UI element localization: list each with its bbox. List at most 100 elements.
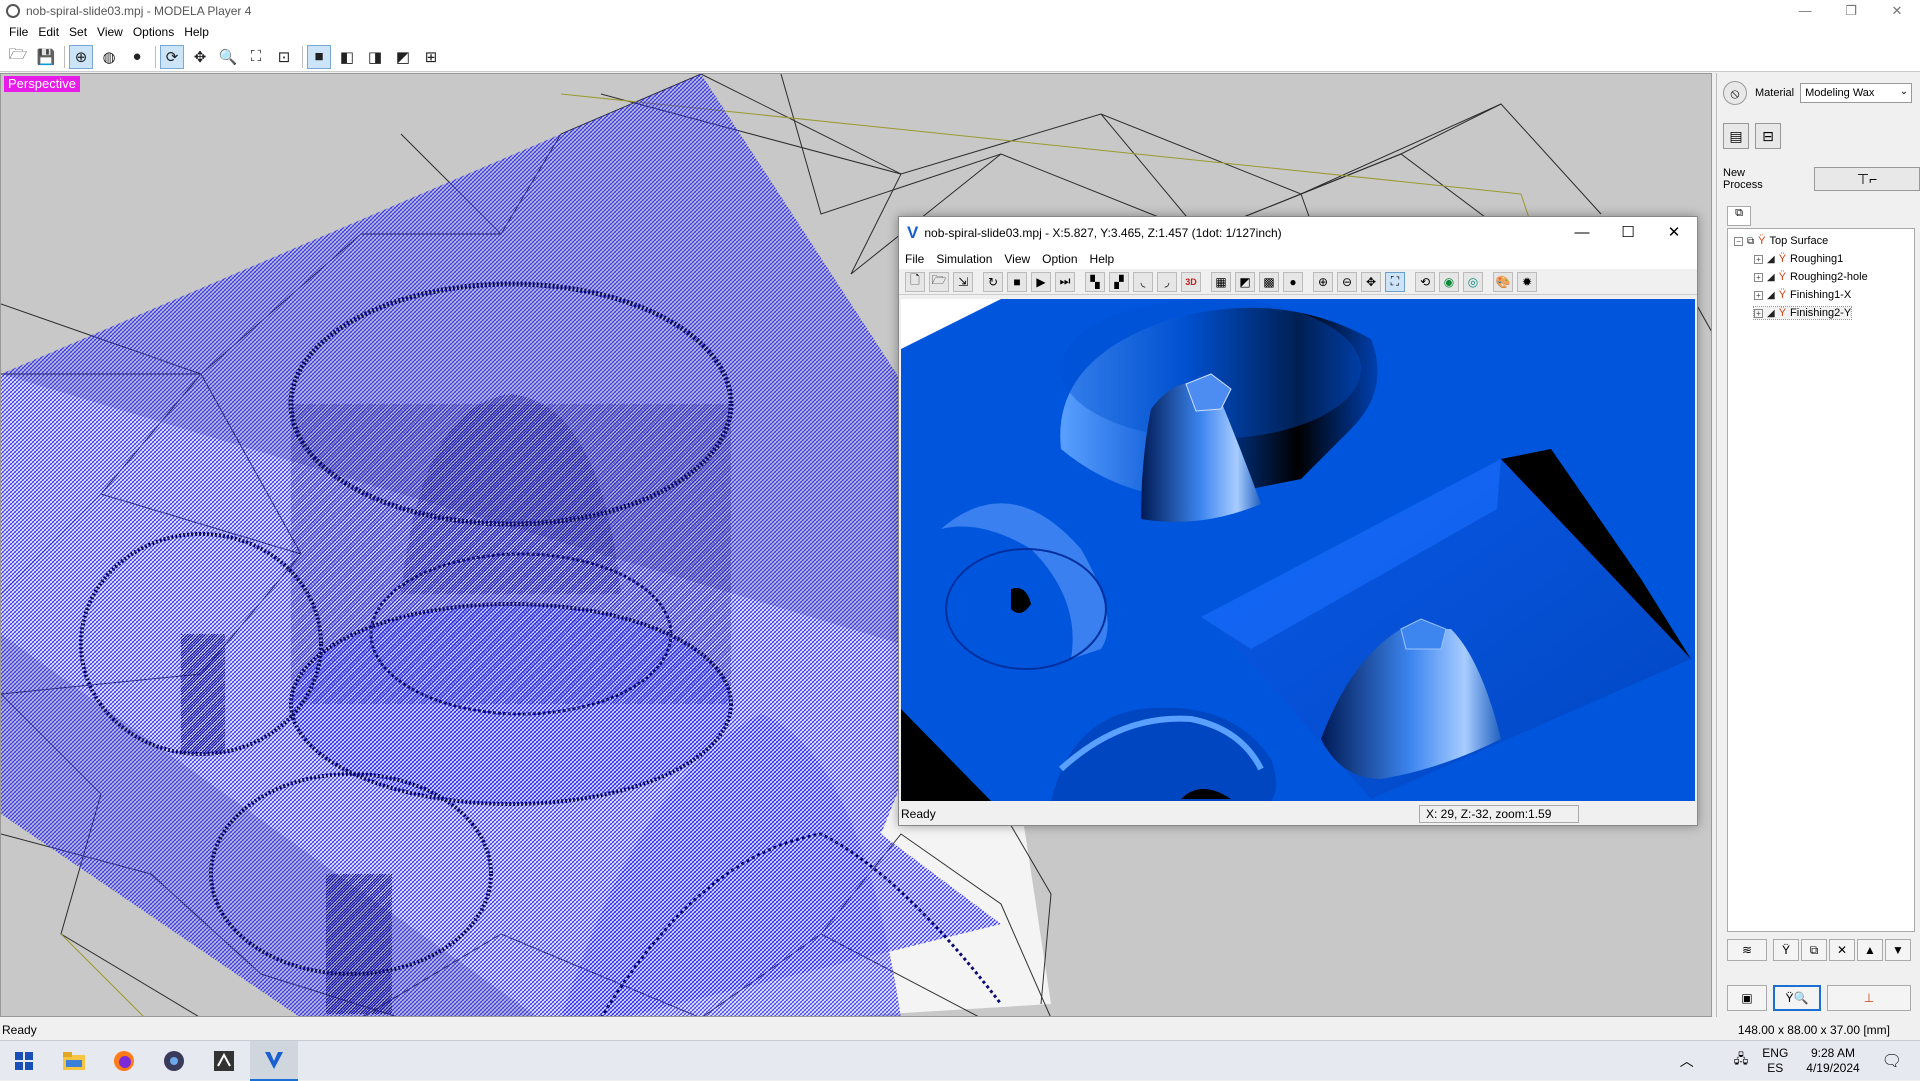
tree-item-finishing2-y[interactable]: + ◢ Ÿ Finishing2-Y	[1752, 306, 1853, 320]
copy-button[interactable]: ⧉	[1801, 939, 1827, 961]
process-view-icon[interactable]: ⊟	[1755, 123, 1781, 149]
block-icon[interactable]: ▩	[1259, 271, 1279, 292]
menu-file[interactable]: File	[4, 25, 33, 39]
open-folder-icon[interactable]: 🗁	[6, 45, 30, 69]
move-down-button[interactable]: ▼	[1885, 939, 1911, 961]
close-button[interactable]: ✕	[1874, 0, 1920, 22]
zoom-in-icon[interactable]: ⊕	[1313, 271, 1333, 292]
import-icon[interactable]: ⇲	[953, 271, 973, 292]
pan-icon[interactable]: ✥	[1361, 271, 1381, 292]
play-icon[interactable]: ▶	[1031, 271, 1051, 292]
file-explorer-icon[interactable]	[50, 1041, 98, 1081]
tree-item-roughing1[interactable]: + ◢ Ÿ Roughing1	[1754, 253, 1843, 265]
preview-cutting-button[interactable]: Ÿ🔍	[1773, 985, 1821, 1011]
tool-icon: Ÿ	[1778, 253, 1787, 265]
pan-icon[interactable]: ✥	[188, 45, 212, 69]
menu-bar: File Edit Set View Options Help	[0, 22, 1920, 42]
sim-close-button[interactable]: ✕	[1651, 217, 1697, 249]
stop-icon[interactable]: ■	[1007, 271, 1027, 292]
shaded-sphere-icon[interactable]: ●	[125, 45, 149, 69]
new-process-button[interactable]: ⊤⌐	[1814, 167, 1920, 191]
wireframe-icon[interactable]: ⊕	[69, 44, 93, 69]
preview-button[interactable]: ▣	[1727, 985, 1767, 1011]
fit-icon[interactable]: ⛶	[244, 45, 268, 69]
zoom-out-icon[interactable]: ⊖	[1337, 271, 1357, 292]
material-block-icon[interactable]: ▚	[1085, 271, 1105, 292]
menu-help[interactable]: Help	[179, 25, 214, 39]
network-icon[interactable]: 🖧	[1734, 1050, 1749, 1072]
light-icon[interactable]: ✹	[1517, 271, 1537, 292]
sim-menu-bar: File Simulation View Option Help	[899, 249, 1697, 269]
tree-item-finishing1-x[interactable]: + ◢ Ÿ Finishing1-X	[1754, 289, 1851, 301]
save-icon[interactable]: 💾	[34, 45, 58, 69]
sim-menu-option[interactable]: Option	[1042, 252, 1083, 266]
tool-path-icon[interactable]: ▞	[1109, 271, 1129, 292]
material-select[interactable]: Modeling Wax ⌄	[1800, 83, 1913, 103]
reset-icon[interactable]: ↻	[983, 271, 1003, 292]
language-indicator[interactable]: ENG ES	[1762, 1046, 1788, 1076]
clock[interactable]: 9:28 AM 4/19/2024	[1806, 1046, 1859, 1076]
maximize-button[interactable]: ❐	[1828, 0, 1874, 22]
firefox-icon[interactable]	[100, 1041, 148, 1081]
tree-item-roughing2-hole[interactable]: + ◢ Ÿ Roughing2-hole	[1754, 271, 1868, 283]
palette-icon[interactable]: 🎨	[1493, 271, 1513, 292]
sim-menu-file[interactable]: File	[905, 252, 930, 266]
menu-edit[interactable]: Edit	[33, 25, 64, 39]
main-titlebar: nob-spiral-slide03.mpj - MODELA Player 4…	[0, 0, 1920, 22]
path-icon: ◢	[1767, 289, 1775, 301]
process-list-icon[interactable]: ▤	[1723, 123, 1749, 149]
curve-icon[interactable]: ◟	[1133, 271, 1153, 292]
sim-menu-simulation[interactable]: Simulation	[936, 252, 998, 266]
material-icon[interactable]: ⦸	[1723, 81, 1747, 105]
tree-tab-icon[interactable]: ⧉	[1727, 206, 1751, 226]
path-icon: ◢	[1767, 307, 1775, 319]
path-settings-button[interactable]: ≋	[1727, 939, 1767, 961]
view-right-icon[interactable]: ◨	[363, 45, 387, 69]
view-front-icon[interactable]: ◧	[335, 45, 359, 69]
sim-window-title: nob-spiral-slide03.mpj - X:5.827, Y:3.46…	[924, 226, 1282, 240]
curve2-icon[interactable]: ◞	[1157, 271, 1177, 292]
shade-icon[interactable]: ◉	[1439, 271, 1459, 292]
section-icon[interactable]: ▦	[1211, 271, 1231, 292]
sphere-icon[interactable]: ●	[1283, 271, 1303, 292]
tool-settings-button[interactable]: Ÿ	[1773, 939, 1799, 961]
zoom-region-icon[interactable]: ⊡	[272, 45, 296, 69]
view-top-icon[interactable]: ◩	[391, 45, 415, 69]
material-label: Material	[1755, 87, 1795, 99]
3d-view-icon[interactable]: 3D	[1181, 271, 1201, 292]
slope-icon[interactable]: ◩	[1235, 271, 1255, 292]
modela-player-taskbar-icon[interactable]	[200, 1041, 248, 1081]
menu-set[interactable]: Set	[64, 25, 92, 39]
rotate-icon[interactable]: ⟳	[160, 44, 184, 69]
virtual-modela-taskbar-icon[interactable]	[250, 1041, 298, 1081]
path-icon: ◢	[1767, 271, 1775, 283]
sim-menu-help[interactable]: Help	[1090, 252, 1121, 266]
tool-icon: Ÿ	[1778, 271, 1787, 283]
notification-icon[interactable]: 🗨	[1882, 1051, 1902, 1071]
zoom-icon[interactable]: 🔍	[216, 45, 240, 69]
chevron-up-icon[interactable]: ︿	[1680, 1051, 1694, 1071]
fit-view-icon[interactable]: ⛶	[1385, 271, 1405, 292]
step-icon[interactable]: ⏭	[1055, 271, 1075, 292]
menu-view[interactable]: View	[92, 25, 128, 39]
simulation-view[interactable]	[901, 299, 1695, 801]
minimize-button[interactable]: —	[1782, 0, 1828, 22]
chrome-icon[interactable]	[150, 1041, 198, 1081]
open-icon[interactable]: 🗁	[929, 271, 949, 292]
menu-options[interactable]: Options	[128, 25, 179, 39]
view-iso-icon[interactable]: ■	[307, 44, 331, 69]
windows-start-icon[interactable]	[0, 1041, 48, 1081]
tree-root[interactable]: − ⧉ Ÿ Top Surface	[1734, 235, 1828, 247]
delete-button[interactable]: ✕	[1829, 939, 1855, 961]
move-up-button[interactable]: ▲	[1857, 939, 1883, 961]
cut-button[interactable]: ⊥	[1827, 985, 1911, 1011]
sim-menu-view[interactable]: View	[1004, 252, 1036, 266]
sim-maximize-button[interactable]: ☐	[1605, 217, 1651, 249]
status-ready: Ready	[2, 1023, 37, 1037]
sim-minimize-button[interactable]: —	[1559, 217, 1605, 249]
new-icon[interactable]: 🗋	[905, 271, 925, 292]
color-icon[interactable]: ◎	[1463, 271, 1483, 292]
rotate-icon[interactable]: ⟲	[1415, 271, 1435, 292]
view-multi-icon[interactable]: ⊞	[419, 45, 443, 69]
sphere-grid-icon[interactable]: ◍	[97, 45, 121, 69]
